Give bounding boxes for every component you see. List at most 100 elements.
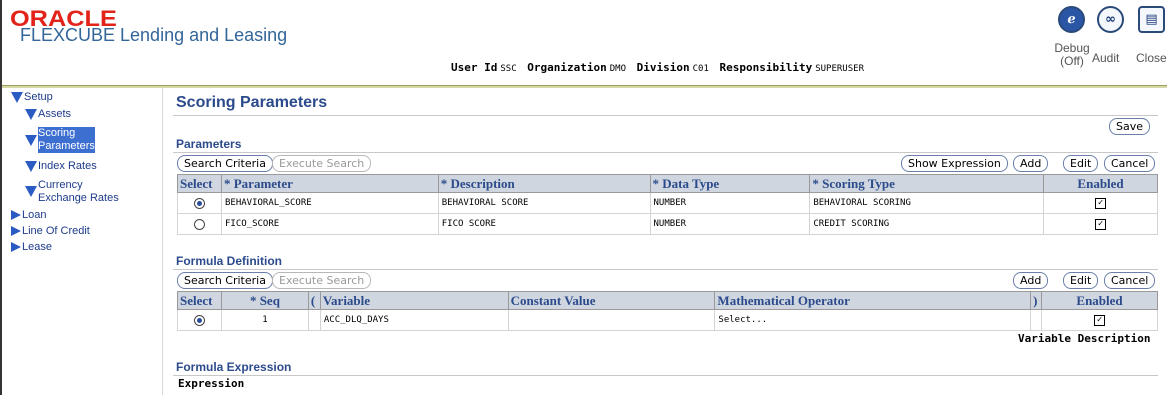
nav-item-loan[interactable]: Loan [11,209,46,221]
col-parameter[interactable]: Parameter [220,174,439,193]
required-marker [441,176,451,191]
cancel-formula-button[interactable]: Cancel [1104,272,1156,289]
parameter-cell: FICO_SCORE [220,213,439,235]
scoring-type-cell: CREDIT SCORING [809,213,1045,235]
expression-label: Expression [178,377,245,390]
nav-label: Line Of Credit [22,225,90,237]
user-id-label: User Id [451,61,498,74]
col-select: Select [177,291,222,310]
nav-label: Scoring Parameters [38,127,95,153]
table-row[interactable]: BEHAVIORAL_SCORE BEHAVIORAL SCORE NUMBER… [177,192,1158,214]
math-operator-cell: Select... [714,309,1032,331]
enabled-checkbox: ✓ [1094,314,1106,326]
col-close-paren: ) [1030,291,1043,310]
enabled-cell: ✓ [1043,192,1158,214]
table-row[interactable]: FICO_SCORE FICO SCORE NUMBER CREDIT SCOR… [177,213,1158,235]
user-id-value: SSC [500,64,517,74]
description-cell: FICO SCORE [437,213,651,235]
search-criteria-button[interactable]: Search Criteria [177,155,273,172]
triangle-down-icon [25,109,37,120]
organization-label: Organization [527,61,607,74]
open-paren-cell [307,309,321,331]
required-marker [812,176,822,191]
section-divider [173,269,1158,270]
organization-value: DMO [609,64,626,74]
nav-item-currency-exchange-rates[interactable]: Currency Exchange Rates [25,179,119,205]
table-row[interactable]: 1 ACC_DLQ_DAYS Select... ✓ [177,309,1158,331]
row-select-cell[interactable] [177,309,222,331]
edit-parameter-button[interactable]: Edit [1063,155,1099,172]
col-label: Scoring Type [822,175,895,191]
formula-section-title: Formula Definition [176,254,282,268]
close-button[interactable]: Close [1136,51,1167,65]
col-label: Data Type [662,175,720,191]
close-document-icon[interactable]: ▤ [1138,6,1165,33]
audit-glasses-icon[interactable]: ∞ [1097,6,1124,33]
section-divider [173,375,1158,376]
nav-label: Loan [22,209,47,221]
row-select-cell[interactable] [177,192,222,214]
select-radio[interactable] [193,197,205,209]
col-variable[interactable]: Variable [319,291,509,310]
col-scoring-type[interactable]: Scoring Type [809,174,1045,193]
division-value: C01 [692,64,709,74]
formula-execute-search-button[interactable]: Execute Search [272,272,372,289]
user-info-bar: User Id SSC Organization DMO Division C01 R… [451,61,868,74]
col-math-operator[interactable]: Mathematical Operator [714,291,1032,310]
enabled-checkbox: ✓ [1095,218,1107,230]
description-cell: BEHAVIORAL SCORE [437,192,651,214]
variable-cell: ACC_DLQ_DAYS [319,309,509,331]
parameters-table: Select Parameter Description Data Type S… [177,174,1158,235]
col-data-type[interactable]: Data Type [649,174,811,193]
nav-label: Assets [38,108,72,120]
col-select: Select [177,174,222,193]
col-enabled: Enabled [1043,174,1158,193]
save-button[interactable]: Save [1109,118,1151,135]
nav-label-line1: Scoring [38,127,76,139]
formula-search-criteria-button[interactable]: Search Criteria [177,272,273,289]
nav-item-line-of-credit[interactable]: Line Of Credit [11,225,90,237]
triangle-right-icon [11,210,21,220]
select-radio[interactable] [193,314,205,326]
debug-button[interactable]: Debug (Off) [1050,42,1094,68]
nav-label-line2: Parameters [38,140,95,152]
debug-label: Debug [1054,41,1090,55]
execute-search-button[interactable]: Execute Search [272,155,372,172]
seq-cell: 1 [220,309,309,331]
page-title: Scoring Parameters [176,94,328,111]
nav-item-assets[interactable]: Assets [25,108,71,120]
nav-label-line1: Currency [38,179,83,191]
required-marker [250,293,260,308]
formula-expression-section-title: Formula Expression [176,360,292,374]
select-radio[interactable] [193,218,205,230]
show-expression-button[interactable]: Show Expression [901,155,1008,172]
constant-value-cell [507,309,716,331]
nav-item-scoring-parameters[interactable]: Scoring Parameters [25,127,95,153]
app-header: ORACLE FLEXCUBE Lending and Leasing User… [2,0,1167,88]
nav-label: Currency Exchange Rates [38,179,119,205]
debug-icon[interactable]: ℯ [1058,6,1085,33]
add-parameter-button[interactable]: Add [1013,155,1049,172]
row-select-cell[interactable] [177,213,222,235]
formula-table: Select Seq ( Variable Constant Value Mat… [177,291,1158,331]
audit-button[interactable]: Audit [1092,51,1119,65]
close-paren-cell [1030,309,1043,331]
scoring-type-cell: BEHAVIORAL SCORING [809,192,1045,214]
cancel-parameter-button[interactable]: Cancel [1104,155,1156,172]
nav-item-lease[interactable]: Lease [11,241,52,253]
col-seq[interactable]: Seq [220,291,309,310]
nav-item-index-rates[interactable]: Index Rates [25,160,97,172]
side-navigation: Setup Assets Scoring Parameters Index Rat… [2,88,163,395]
variable-description-label: Variable Description [1018,332,1151,345]
col-label: Description [450,175,515,191]
title-divider [173,115,1158,116]
nav-item-setup[interactable]: Setup [11,91,53,103]
col-description[interactable]: Description [437,174,651,193]
col-constant-value[interactable]: Constant Value [507,291,716,310]
table-header-row: Select Seq ( Variable Constant Value Mat… [177,291,1158,310]
triangle-right-icon [11,226,21,236]
debug-state: (Off) [1060,54,1084,68]
edit-formula-button[interactable]: Edit [1063,272,1099,289]
add-formula-button[interactable]: Add [1013,272,1049,289]
responsibility-label: Responsibility [719,61,813,74]
